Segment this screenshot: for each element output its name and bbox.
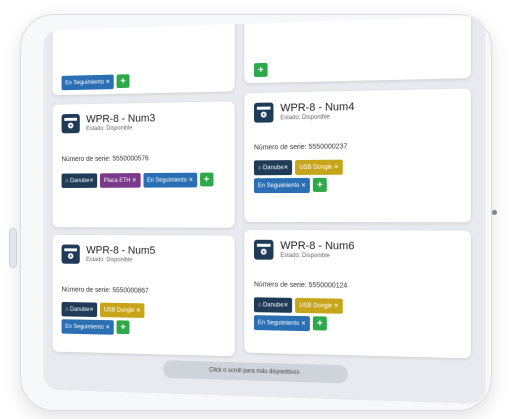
tag-list: ⌂ Danube✕ Placa ETH ✕ En Seguimiento ✕ + [62,172,230,187]
add-tag-button[interactable]: + [117,74,130,88]
tag-list: En Seguimiento ✕ + [62,72,201,90]
device-status: Estado: Disponible [86,256,155,264]
device-status: Estado: Disponible [280,252,354,261]
load-more-bar[interactable]: Click o scroll para más dispositivos [163,360,348,383]
device-card[interactable]: WPR-8 - Num6 Estado: Disponible Número d… [244,230,471,359]
card-header: WPR-8 - Num6 Estado: Disponible [254,240,354,261]
tag-list: ⌂ Danube✕ USB Dongle ✕ En Seguimiento ✕ … [254,297,404,333]
tag-usb-dongle[interactable]: USB Dongle ✕ [100,303,144,318]
device-serial: Número de serie: 5550000237 [254,143,347,151]
device-card-partial-right: + [244,16,471,83]
device-icon [62,114,80,133]
add-tag-button[interactable]: + [200,173,213,187]
tag-list: ⌂ Danube✕ USB Dongle ✕ En Seguimiento ✕ … [254,159,404,193]
tag-eth-board[interactable]: Placa ETH ✕ [100,173,140,188]
camera-icon [492,210,497,215]
device-serial: Número de serie: 5550000124 [254,281,347,289]
device-title: WPR-8 - Num6 [280,240,354,253]
device-icon [254,103,273,123]
device-card[interactable]: WPR-8 - Num5 Estado: Disponible Número d… [53,235,235,356]
card-header: WPR-8 - Num4 Estado: Disponible [254,101,354,123]
device-title: WPR-8 - Num4 [280,101,354,114]
tag-danube[interactable]: ⌂ Danube✕ [254,160,292,175]
device-serial: Número de serie: 5550000867 [62,287,149,295]
tag-tracking[interactable]: En Seguimiento ✕ [62,75,114,91]
tag-usb-dongle[interactable]: USB Dongle ✕ [295,298,342,314]
tag-danube[interactable]: ⌂ Danube✕ [62,173,98,188]
add-tag-button[interactable]: + [254,63,268,77]
device-title: WPR-8 - Num5 [86,245,155,257]
tag-tracking[interactable]: En Seguimiento ✕ [143,173,197,188]
device-card[interactable]: WPR-8 - Num4 Estado: Disponible Número d… [244,88,471,222]
screen: En Seguimiento ✕ + + WPR-8 - Num3 Estado… [44,16,486,404]
tag-danube[interactable]: ⌂ Danube✕ [62,302,98,317]
device-serial: Número de serie: 5550000576 [62,155,149,163]
tag-usb-dongle[interactable]: USB Dongle ✕ [295,160,342,175]
tag-tracking[interactable]: En Seguimiento ✕ [254,315,310,331]
add-tag-button[interactable]: + [313,316,327,330]
card-header: WPR-8 - Num3 Estado: Disponible [62,113,156,134]
tablet-side-button [9,228,17,268]
tag-list: ⌂ Danube✕ USB Dongle ✕ En Seguimiento ✕ … [62,302,201,337]
device-card[interactable]: WPR-8 - Num3 Estado: Disponible Número d… [53,101,235,228]
tag-tracking[interactable]: En Seguimiento ✕ [254,178,310,193]
card-header: WPR-8 - Num5 Estado: Disponible [62,244,156,264]
add-tag-button[interactable]: + [117,320,130,334]
device-title: WPR-8 - Num3 [86,113,155,126]
device-icon [62,244,80,263]
add-tag-button[interactable]: + [313,178,327,192]
tag-danube[interactable]: ⌂ Danube✕ [254,297,292,313]
tablet-device: En Seguimiento ✕ + + WPR-8 - Num3 Estado… [0,0,520,419]
tag-list: + [254,59,404,77]
device-status: Estado: Disponible [86,124,155,133]
tag-tracking[interactable]: En Seguimiento ✕ [62,319,114,335]
device-icon [254,240,273,260]
device-status: Estado: Disponible [280,113,354,122]
